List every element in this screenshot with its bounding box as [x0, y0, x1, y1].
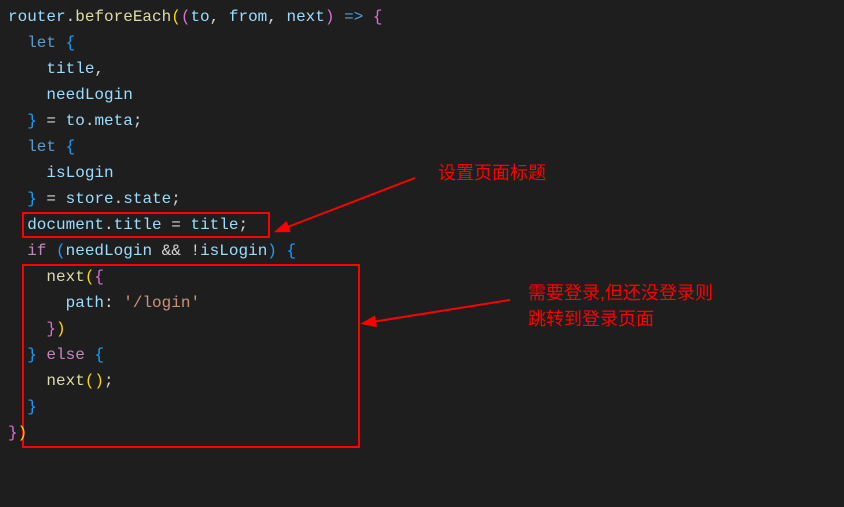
- code-line: needLogin: [8, 82, 844, 108]
- annotation-text: 设置页面标题: [438, 160, 546, 186]
- code-line: path: '/login': [8, 290, 844, 316]
- code-line: }): [8, 316, 844, 342]
- code-line: let {: [8, 134, 844, 160]
- token: router: [8, 8, 66, 26]
- code-line: isLogin: [8, 160, 844, 186]
- code-line: }: [8, 394, 844, 420]
- code-line: } = store.state;: [8, 186, 844, 212]
- code-line: } = to.meta;: [8, 108, 844, 134]
- code-line: router.beforeEach((to, from, next) => {: [8, 4, 844, 30]
- code-line: next();: [8, 368, 844, 394]
- code-line: next({: [8, 264, 844, 290]
- code-block: router.beforeEach((to, from, next) => { …: [0, 0, 844, 446]
- code-line: document.title = title;: [8, 212, 844, 238]
- code-line: if (needLogin && !isLogin) {: [8, 238, 844, 264]
- annotation-text: 需要登录,但还没登录则 跳转到登录页面: [528, 280, 713, 332]
- code-line: let {: [8, 30, 844, 56]
- code-line: } else {: [8, 342, 844, 368]
- code-line: }): [8, 420, 844, 446]
- code-line: title,: [8, 56, 844, 82]
